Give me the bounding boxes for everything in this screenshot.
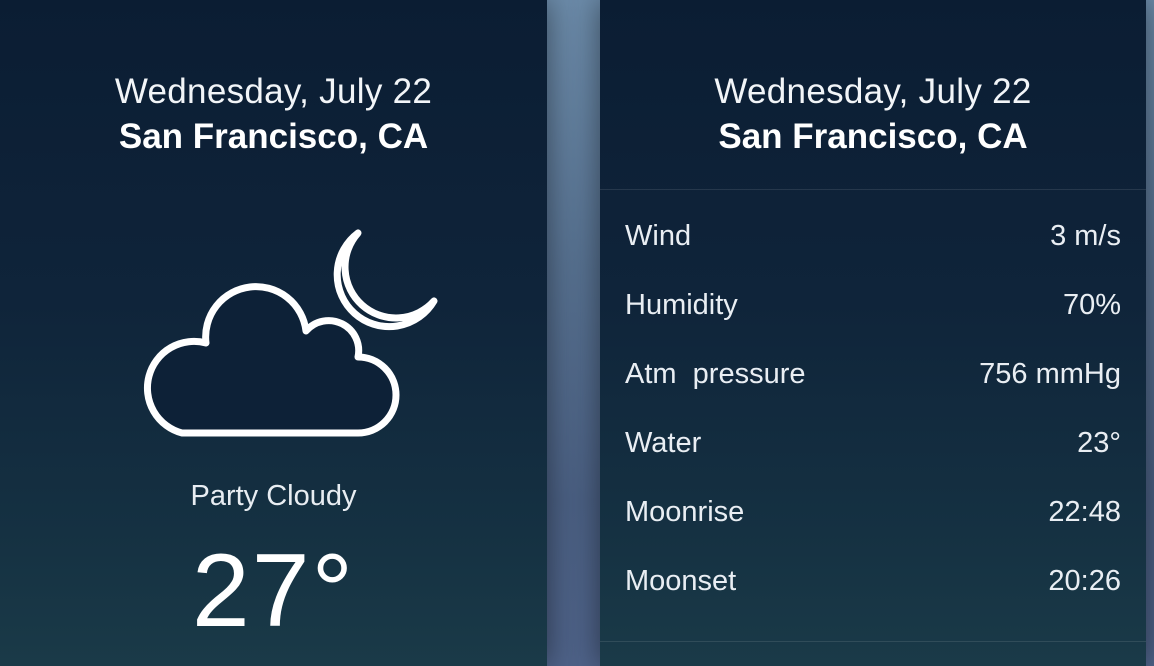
divider: [600, 641, 1146, 642]
weather-stats-list: Wind 3 m/s Humidity 70% Atm pressure 756…: [625, 208, 1121, 622]
stat-value: 20:26: [1048, 565, 1121, 597]
stat-value: 22:48: [1048, 496, 1121, 528]
temperature-value: 27°: [191, 533, 356, 649]
stat-row-humidity: Humidity 70%: [625, 277, 1121, 346]
stat-label: Moonset: [625, 565, 737, 597]
stat-label: Moonrise: [625, 496, 745, 528]
stat-value: 70%: [1062, 289, 1121, 321]
stat-value: 3 m/s: [1050, 220, 1121, 252]
date-label: Wednesday, July 22: [714, 72, 1032, 111]
weather-summary-card: Wednesday, July 22 San Francisco, CA Par…: [0, 0, 547, 666]
stat-label: Water: [625, 427, 702, 459]
divider: [600, 189, 1146, 190]
stat-label: Humidity: [625, 289, 738, 321]
weather-condition: Party Cloudy: [190, 480, 357, 512]
stat-row-pressure: Atm pressure 756 mmHg: [625, 346, 1121, 415]
city-label: San Francisco, CA: [718, 117, 1028, 156]
date-label: Wednesday, July 22: [114, 72, 433, 111]
stat-row-moonset: Moonset 20:26: [625, 553, 1121, 622]
stat-label: Atm pressure: [625, 358, 806, 390]
stat-value: 756 mmHg: [979, 358, 1121, 390]
stat-row-water: Water 23°: [625, 415, 1121, 484]
cloud-moon-icon: [143, 229, 438, 437]
stat-row-moonrise: Moonrise 22:48: [625, 484, 1121, 553]
city-label: San Francisco, CA: [118, 117, 429, 156]
stat-row-wind: Wind 3 m/s: [625, 208, 1121, 277]
weather-details-card: Wednesday, July 22 San Francisco, CA Win…: [600, 0, 1146, 666]
stat-value: 23°: [1077, 427, 1121, 459]
stat-label: Wind: [625, 220, 692, 252]
